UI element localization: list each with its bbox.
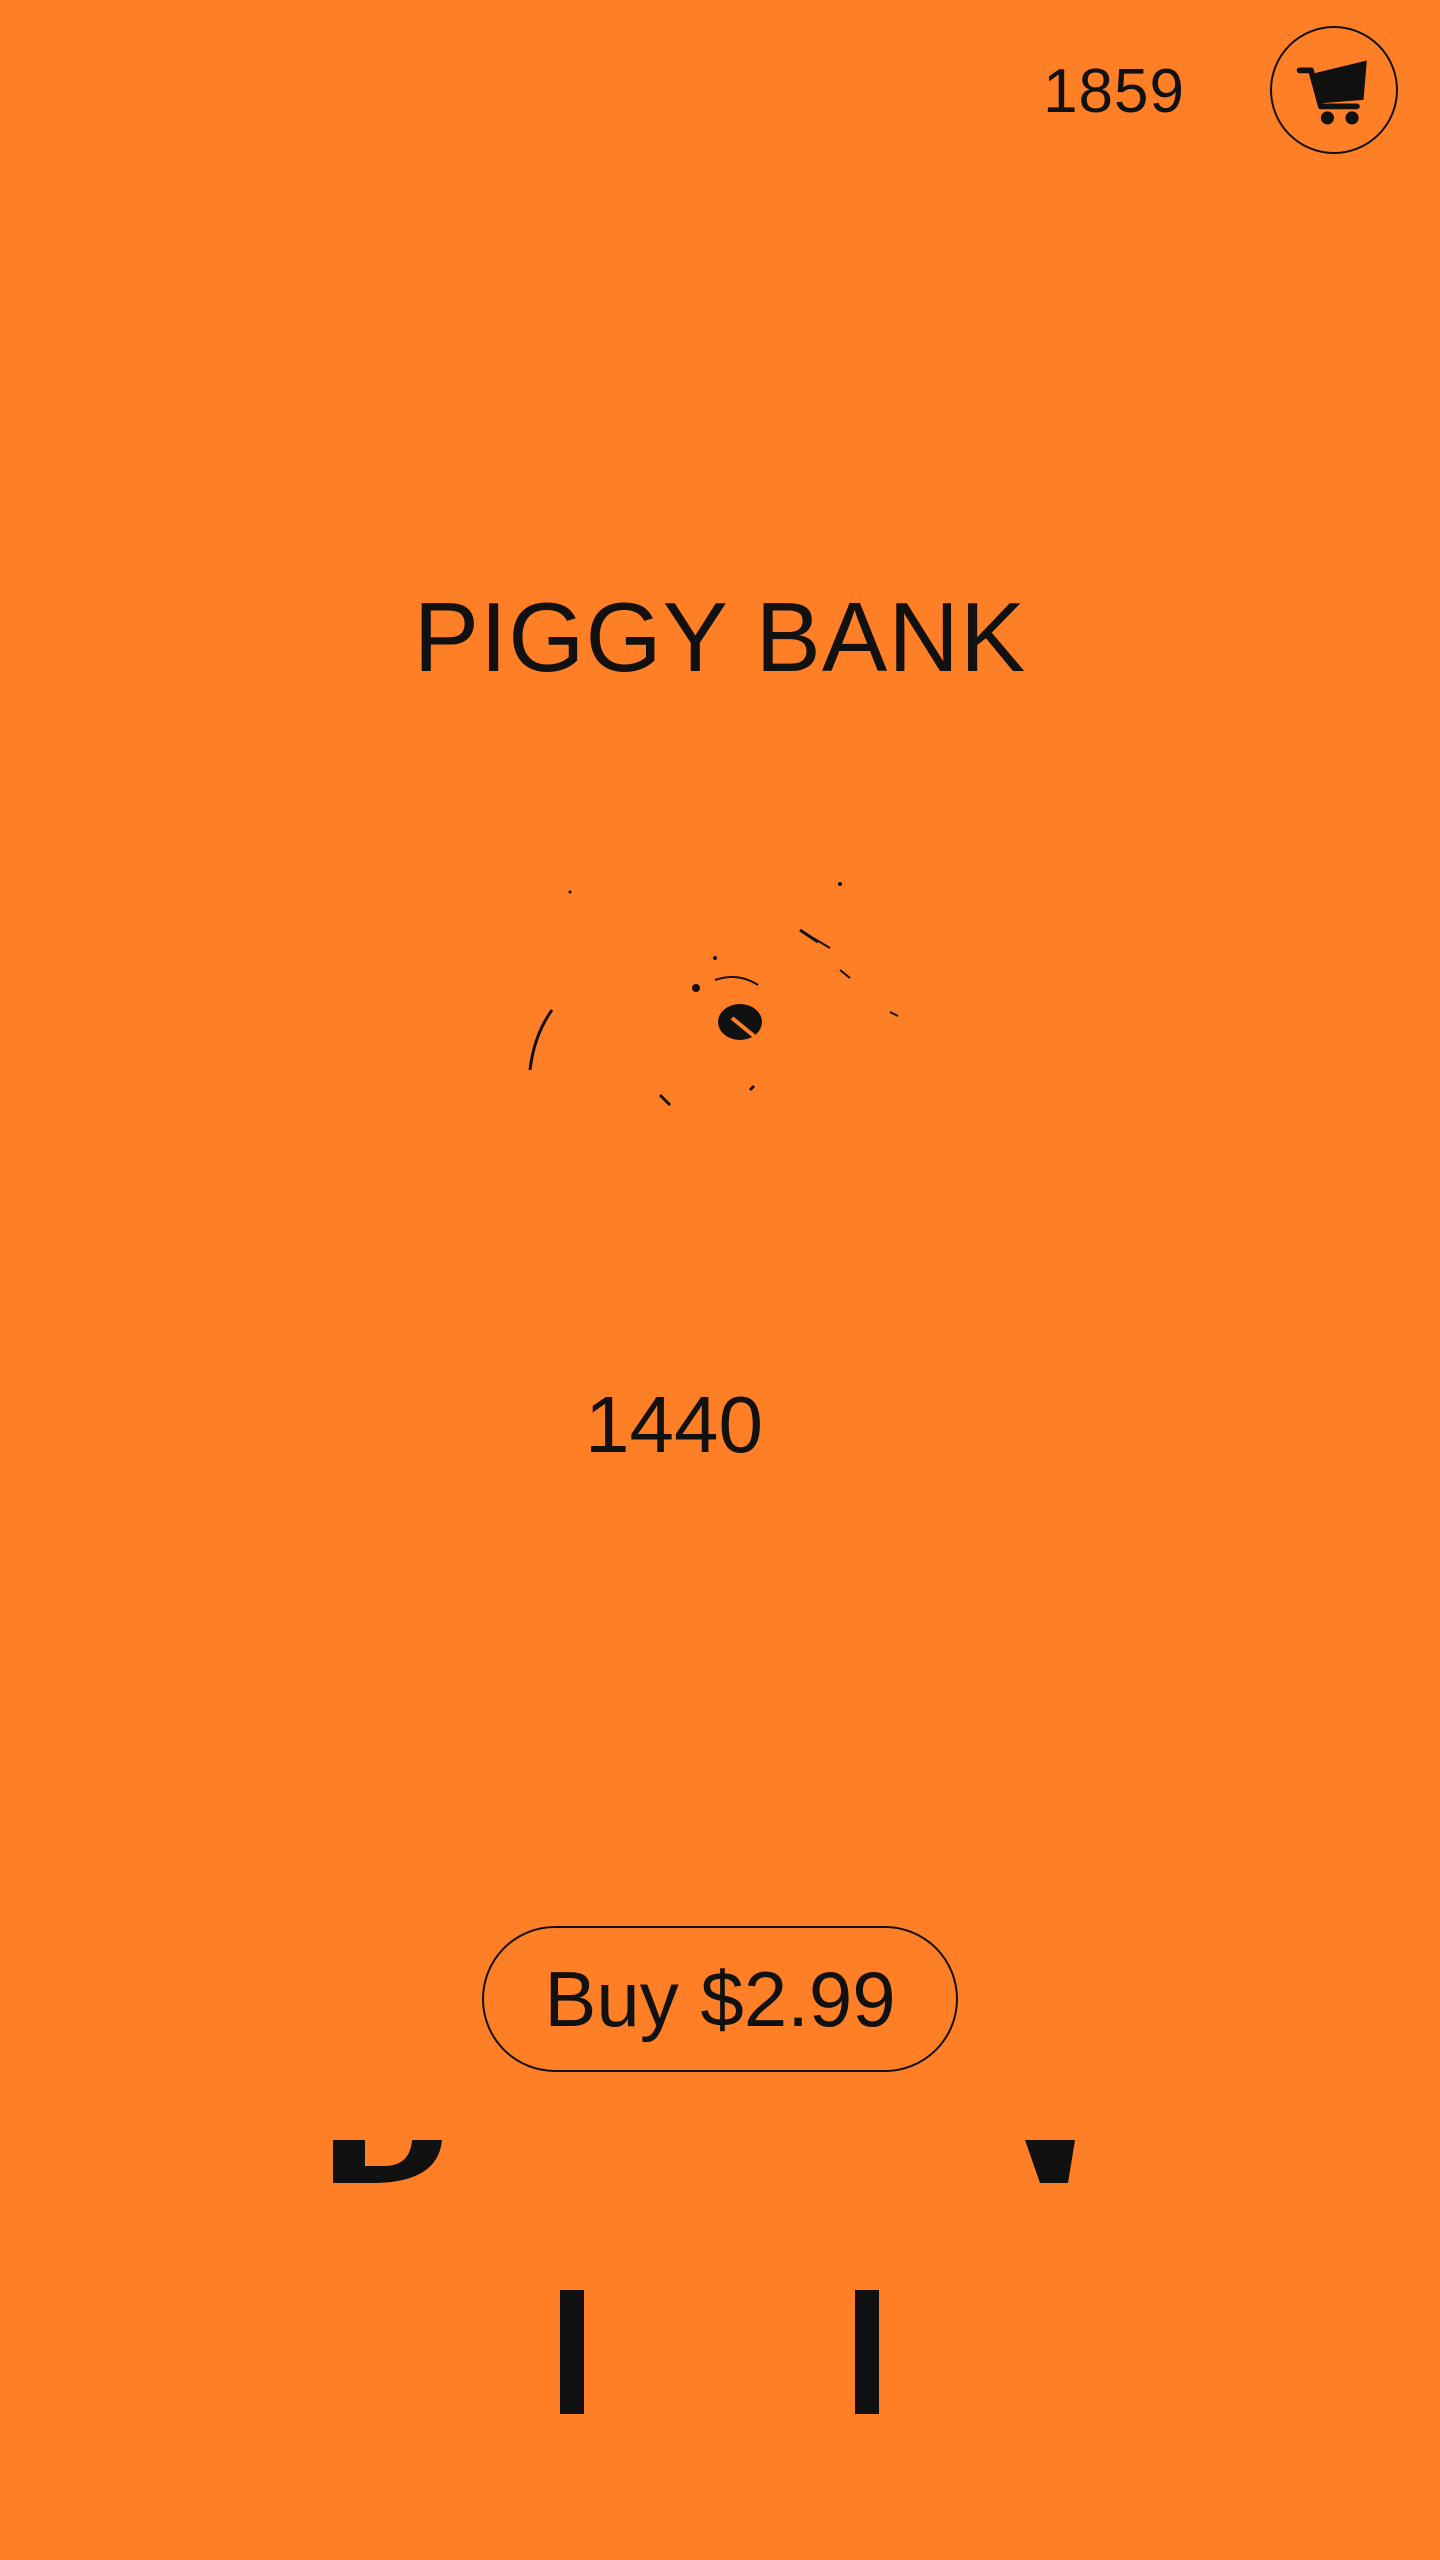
buy-button[interactable]: Buy $2.99: [482, 1926, 958, 2072]
shopping-cart-icon: [1296, 60, 1367, 125]
product-title: PIGGY BANK: [413, 582, 1027, 692]
piggy-bank-icon: [528, 882, 899, 1107]
coin-amount: 1440: [585, 1380, 763, 1469]
cart-button[interactable]: [1270, 26, 1398, 154]
coin-balance: 1859: [1043, 57, 1185, 126]
decorative-background-shapes: [333, 2140, 1075, 2414]
